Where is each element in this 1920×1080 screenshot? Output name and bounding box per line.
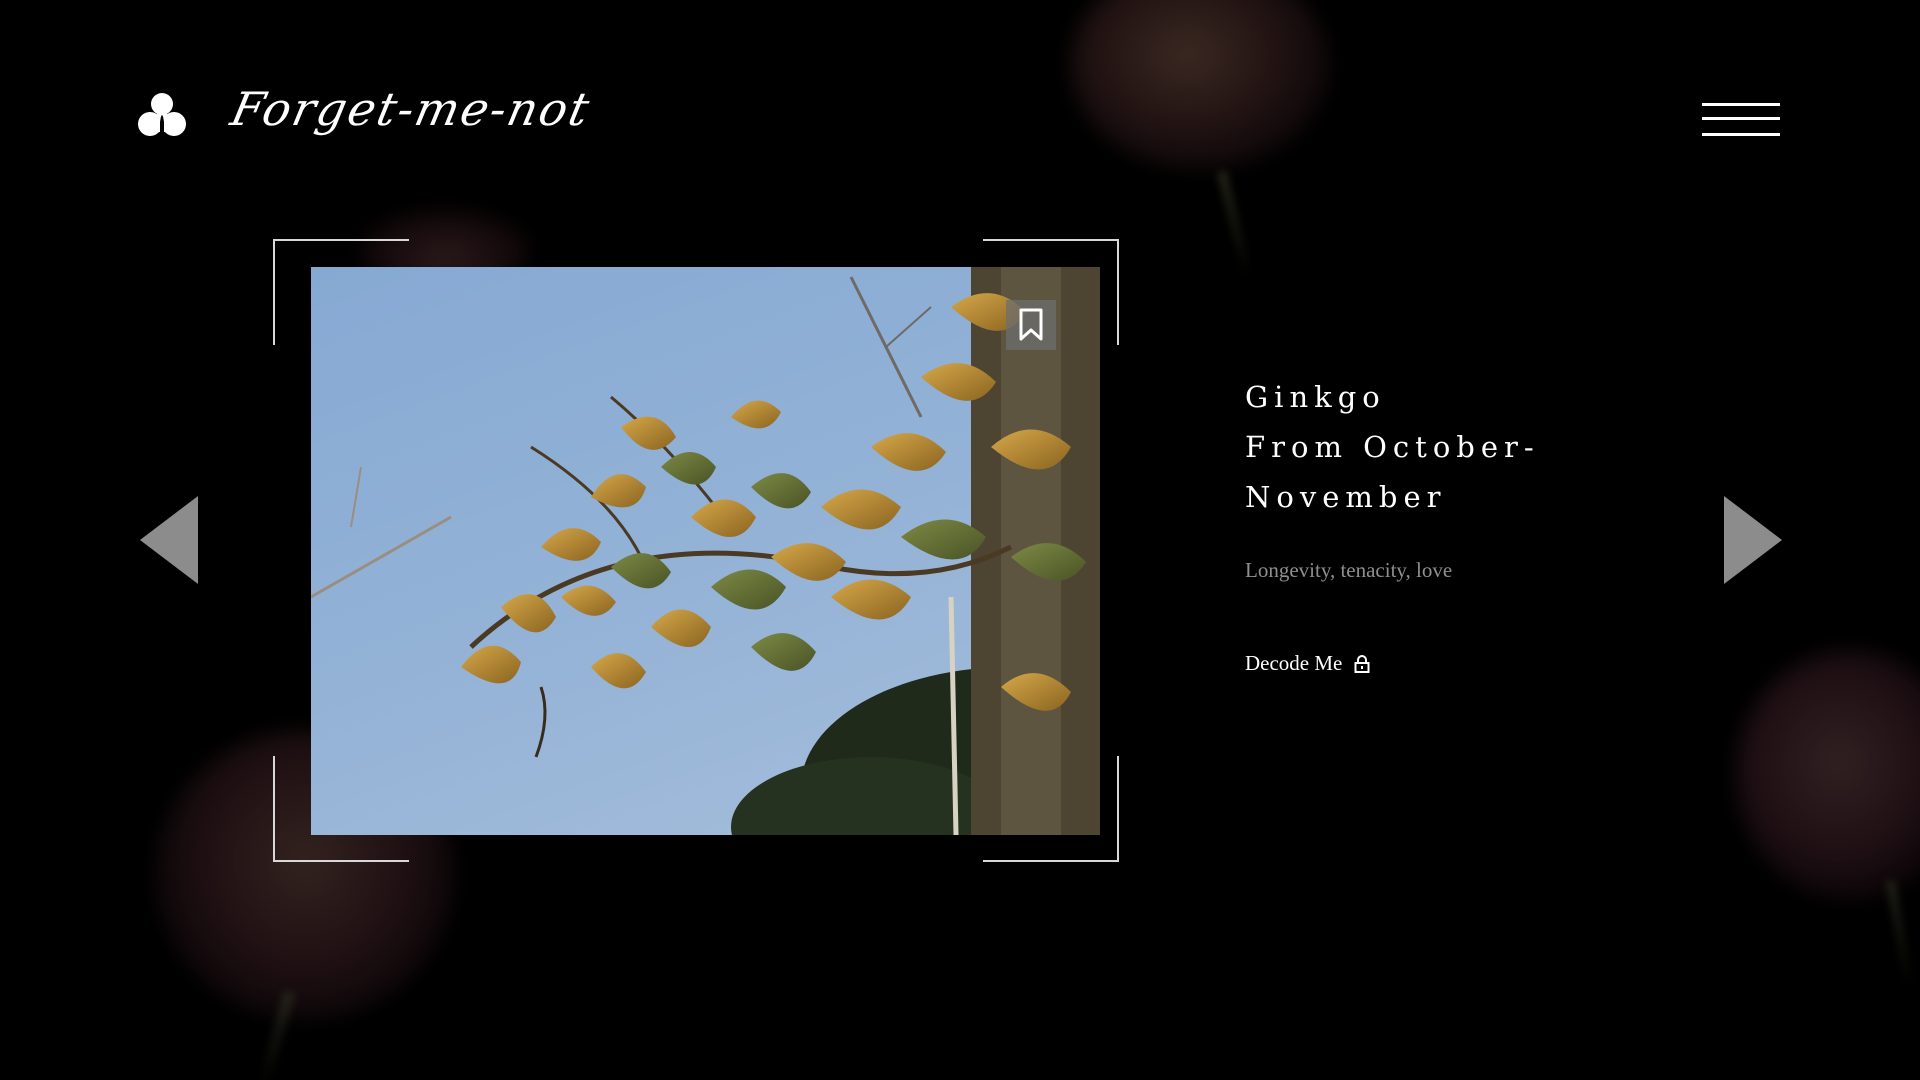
flower-season-line-2: November — [1245, 480, 1447, 514]
flower-info-panel: Ginkgo From October- November Longevity,… — [1245, 372, 1665, 676]
decode-me-label: Decode Me — [1245, 651, 1343, 675]
background-flower — [1070, 0, 1330, 170]
bookmark-icon — [1019, 308, 1043, 341]
menu-line — [1702, 103, 1780, 106]
menu-line — [1702, 133, 1780, 136]
decode-me-link[interactable]: Decode Me — [1245, 651, 1370, 676]
lock-icon — [1354, 654, 1370, 673]
menu-line — [1702, 117, 1780, 120]
brand-name[interactable]: Forget-me-not — [226, 82, 595, 136]
flower-name: Ginkgo — [1245, 380, 1386, 414]
previous-arrow-button[interactable] — [140, 496, 198, 584]
background-flower-stem — [1216, 170, 1254, 280]
next-arrow-button[interactable] — [1724, 496, 1782, 584]
background-flower — [1735, 650, 1920, 900]
hamburger-menu-button[interactable] — [1702, 100, 1780, 140]
bookmark-button[interactable] — [1006, 300, 1056, 350]
ginkgo-photo — [311, 267, 1100, 835]
flower-season-line-1: From October- — [1245, 430, 1540, 464]
flower-meaning: Longevity, tenacity, love — [1245, 558, 1453, 582]
background-flower-stem — [1885, 879, 1915, 991]
clover-logo-icon[interactable] — [138, 92, 186, 140]
